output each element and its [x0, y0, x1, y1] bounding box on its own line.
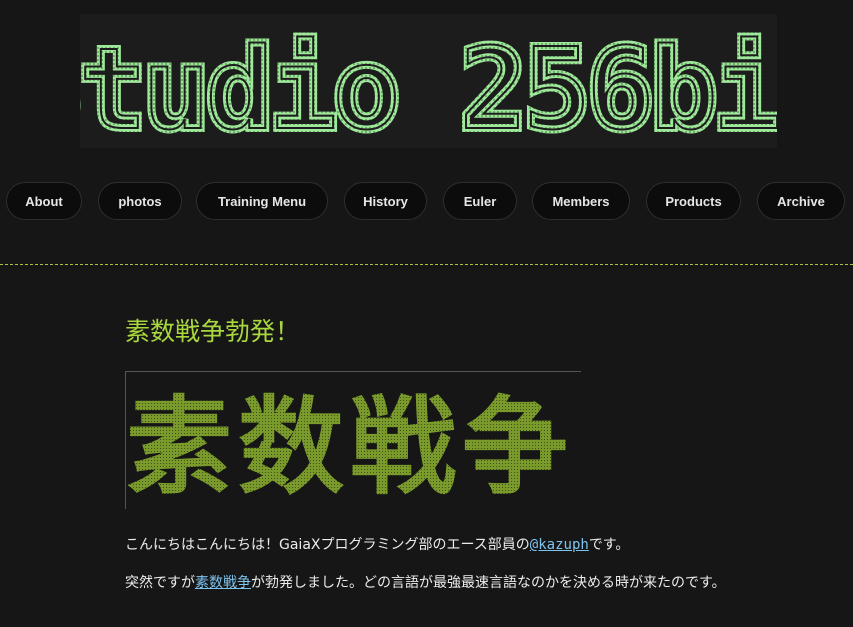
site-logo[interactable]: Studio 256bit Studio 256bit	[80, 14, 777, 148]
nav-item-members[interactable]: Members	[532, 182, 630, 220]
banner-text: 素数戦争	[126, 384, 574, 509]
nav-item-products[interactable]: Products	[646, 182, 741, 220]
prime-war-link[interactable]: 素数戦争	[195, 575, 251, 591]
main-nav: About photos Training Menu History Euler…	[0, 182, 853, 222]
article-paragraph-1: こんにちはこんにちは！GaiaXプログラミング部のエース部員の@kazuphです…	[125, 534, 735, 556]
article-banner-image: 素数戦争	[125, 371, 581, 509]
p1-text-after: です。	[588, 537, 630, 553]
nav-item-archive[interactable]: Archive	[757, 182, 845, 220]
nav-item-euler[interactable]: Euler	[443, 182, 517, 220]
nav-item-history[interactable]: History	[344, 182, 427, 220]
p2-text-after: が勃発しました。どの言語が最強最速言語なのかを決める時が来たのです。	[251, 575, 726, 591]
nav-item-photos[interactable]: photos	[98, 182, 182, 220]
logo-graphic: Studio 256bit Studio 256bit	[80, 21, 777, 148]
nav-item-training-menu[interactable]: Training Menu	[196, 182, 328, 220]
nav-item-about[interactable]: About	[6, 182, 82, 220]
p1-text-before: こんにちはこんにちは！GaiaXプログラミング部のエース部員の	[125, 537, 530, 553]
article-paragraph-2: 突然ですが素数戦争が勃発しました。どの言語が最強最速言語なのかを決める時が来たの…	[125, 572, 735, 594]
p2-text-before: 突然ですが	[125, 575, 195, 591]
logo-text-inner: Studio 256bit	[80, 25, 777, 148]
banner-graphic: 素数戦争	[126, 384, 574, 509]
nav-divider	[0, 264, 853, 265]
page: Studio 256bit Studio 256bit About photos…	[0, 0, 853, 627]
article-title[interactable]: 素数戦争勃発！	[125, 312, 300, 348]
kazuph-link[interactable]: @kazuph	[530, 537, 589, 553]
